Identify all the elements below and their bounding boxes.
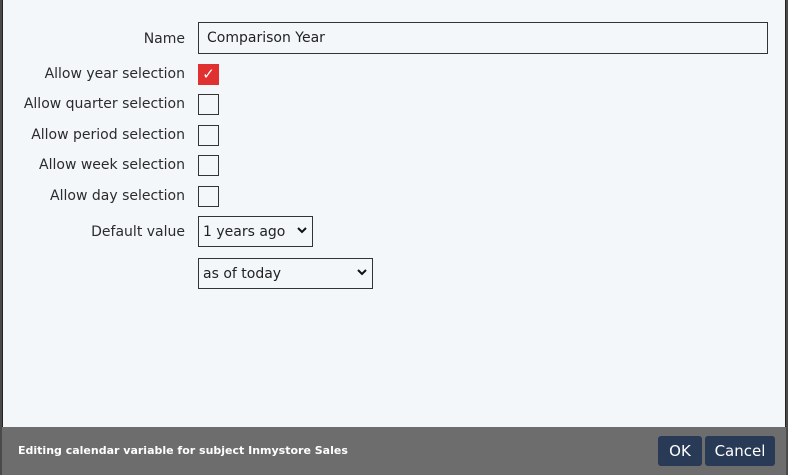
default-anchor-value: as of today <box>203 265 282 282</box>
chevron-down-icon <box>357 268 367 279</box>
allow-week-checkbox[interactable] <box>198 155 219 176</box>
allow-day-checkbox[interactable] <box>198 186 219 207</box>
allow-year-label: Allow year selection <box>44 66 185 82</box>
allow-quarter-checkbox[interactable] <box>198 94 219 115</box>
name-input[interactable] <box>198 22 768 54</box>
cancel-button[interactable]: Cancel <box>705 436 775 466</box>
dialog-footer: Editing calendar variable for subject In… <box>2 427 786 475</box>
allow-quarter-label: Allow quarter selection <box>23 96 185 112</box>
chevron-down-icon <box>297 226 307 237</box>
allow-year-checkbox[interactable]: ✓ <box>198 64 219 85</box>
allow-period-label: Allow period selection <box>31 127 185 143</box>
default-offset-value: 1 years ago <box>203 223 286 240</box>
dialog: Name Allow year selection ✓ Allow quarte… <box>2 0 786 475</box>
name-label: Name <box>143 31 185 47</box>
allow-day-label: Allow day selection <box>50 188 185 204</box>
default-value-label: Default value <box>91 224 185 240</box>
allow-week-label: Allow week selection <box>39 157 185 173</box>
default-offset-select[interactable]: 1 years ago <box>198 216 313 247</box>
allow-period-checkbox[interactable] <box>198 125 219 146</box>
default-anchor-select[interactable]: as of today <box>198 258 373 289</box>
status-text: Editing calendar variable for subject In… <box>18 444 348 457</box>
ok-button[interactable]: OK <box>658 436 702 466</box>
checkmark-icon: ✓ <box>202 65 215 83</box>
